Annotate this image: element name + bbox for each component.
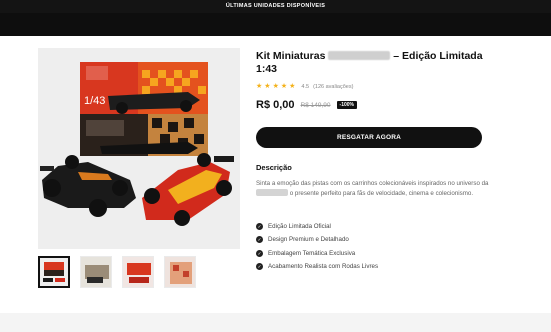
feature-label: Edição Limitada Oficial [268, 222, 331, 230]
star-icon: ★ [280, 83, 288, 90]
gallery-thumb-2[interactable] [80, 256, 112, 288]
thumb-image [123, 257, 153, 287]
star-icon: ★ [272, 83, 279, 90]
product-main-image[interactable]: 1/43 [38, 48, 240, 249]
check-circle-icon: ✓ [256, 249, 263, 257]
product-info: Kit Miniaturas – Edição Limitada 1:43 [256, 50, 486, 76]
feature-item: ✓ Edição Limitada Oficial [256, 220, 378, 232]
redeem-button[interactable]: RESGATAR AGORA [256, 127, 482, 148]
feature-item: ✓ Acabamento Realista com Rodas Livres [256, 261, 378, 273]
product-photo-illustration: 1/43 [38, 48, 240, 249]
description-heading: Descrição [256, 163, 292, 172]
description-text: Sinta a emoção das pistas com os carrinh… [256, 179, 492, 199]
feature-label: Design Premium e Detalhado [268, 236, 349, 243]
product-title-part1: Kit Miniaturas [256, 50, 326, 62]
check-circle-icon: ✓ [256, 263, 263, 270]
feature-item: ✓ Embalagem Temática Exclusiva [256, 247, 378, 259]
redacted-text [256, 189, 288, 196]
rating-value: 4.5 [301, 83, 310, 90]
announcement-bar: ÚLTIMAS UNIDADES DISPONÍVEIS [0, 0, 551, 36]
old-price: R$ 149,90 [300, 101, 331, 109]
product-rating[interactable]: ★ ★ ★ ★ ★ 4.5 (126 avaliações) [256, 83, 353, 90]
gallery-thumb-3[interactable] [122, 256, 154, 288]
check-circle-icon: ✓ [256, 236, 263, 243]
star-icon: ★ [264, 83, 271, 90]
feature-label: Acabamento Realista com Rodas Livres [268, 263, 379, 270]
header-bar [0, 13, 551, 36]
star-half-icon: ★ [289, 83, 296, 90]
redacted-text [328, 51, 391, 60]
feature-list: ✓ Edição Limitada Oficial ✓ Design Premi… [256, 220, 378, 274]
description-text-part1: Sinta a emoção das pistas com os carrinh… [256, 180, 489, 187]
thumb-image [81, 257, 111, 287]
description-text-part2: o presente perfeito para fãs de velocida… [289, 190, 474, 197]
star-icon: ★ [256, 83, 263, 90]
page-footer-band [0, 313, 551, 332]
announcement-text: ÚLTIMAS UNIDADES DISPONÍVEIS [225, 3, 326, 9]
gallery-thumb-1[interactable] [38, 256, 70, 288]
discount-badge: -100% [336, 101, 357, 109]
rating-count: (126 avaliações) [313, 83, 354, 90]
thumb-image [40, 258, 68, 286]
current-price: R$ 0,00 [256, 99, 295, 111]
check-circle-icon: ✓ [256, 222, 263, 230]
box-scale-label: 1/43 [84, 95, 105, 107]
product-title: Kit Miniaturas – Edição Limitada 1:43 [256, 50, 486, 76]
feature-item: ✓ Design Premium e Detalhado [256, 234, 378, 246]
thumb-image [165, 257, 195, 287]
price-row: R$ 0,00 R$ 149,90 -100% [256, 99, 357, 111]
feature-label: Embalagem Temática Exclusiva [268, 249, 356, 257]
gallery-thumbnails [38, 256, 196, 288]
gallery-thumb-4[interactable] [164, 256, 196, 288]
